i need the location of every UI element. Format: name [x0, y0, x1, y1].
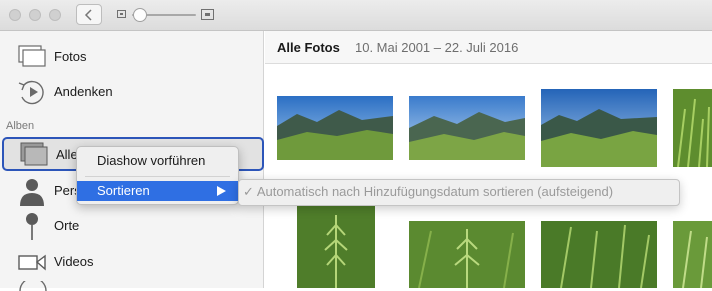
photo-thumbnail[interactable] — [541, 221, 657, 288]
menu-item-auto-sort[interactable]: ✓ Automatisch nach Hinzufügungsdatum sor… — [243, 184, 613, 200]
photo-thumbnail[interactable] — [673, 89, 712, 167]
menu-item-diashow[interactable]: Diashow vorführen — [77, 151, 238, 171]
memories-play-icon — [18, 80, 44, 105]
sidebar-item-label: Andenken — [54, 84, 113, 99]
photo-thumbnail[interactable] — [297, 205, 375, 288]
context-menu: Diashow vorführen Sortieren — [76, 146, 239, 205]
submenu-sortieren: ✓ Automatisch nach Hinzufügungsdatum sor… — [238, 179, 680, 206]
menu-item-label: Sortieren — [97, 183, 150, 198]
chevron-left-icon — [84, 8, 92, 21]
title-bar — [0, 0, 712, 31]
map-pin-icon — [26, 213, 38, 240]
sidebar-next-item-icon — [19, 281, 47, 291]
back-button[interactable] — [76, 4, 102, 25]
person-icon — [20, 179, 44, 206]
photo-thumbnail[interactable] — [409, 96, 525, 160]
menu-item-label: Automatisch nach Hinzufügungsdatum sorti… — [256, 184, 614, 199]
photo-thumbnail[interactable] — [277, 96, 393, 160]
photo-thumbnail[interactable] — [409, 221, 525, 288]
sidebar-item-label: Fotos — [54, 49, 87, 64]
page-title: Alle Fotos — [277, 40, 340, 55]
zoom-out-icon[interactable] — [117, 10, 126, 18]
section-title-alben: Alben — [6, 120, 35, 132]
photo-thumbnail[interactable] — [541, 89, 657, 167]
minimize-window-button[interactable] — [29, 9, 41, 21]
checkmark-icon: ✓ — [243, 184, 254, 199]
zoom-slider-knob[interactable] — [133, 8, 147, 22]
content-header: Alle Fotos 10. Mai 2001 – 22. Juli 2016 — [265, 31, 712, 64]
sidebar-item-orte[interactable]: Orte — [0, 209, 263, 243]
menu-item-label: Diashow vorführen — [97, 153, 206, 168]
photos-stack-icon — [18, 45, 46, 67]
sidebar-item-fotos[interactable]: Fotos — [0, 40, 263, 74]
sidebar-item-label: Orte — [54, 218, 80, 233]
sidebar-item-andenken[interactable]: Andenken — [0, 75, 263, 109]
album-stack-icon — [20, 142, 48, 166]
close-window-button[interactable] — [9, 9, 21, 21]
menu-item-sortieren[interactable]: Sortieren — [77, 181, 238, 201]
menu-separator — [85, 176, 230, 177]
zoom-in-icon[interactable] — [201, 9, 214, 20]
date-range: 10. Mai 2001 – 22. Juli 2016 — [355, 40, 519, 55]
zoom-window-button[interactable] — [49, 9, 61, 21]
sidebar-item-label: Videos — [54, 254, 94, 269]
sidebar-item-videos[interactable]: Videos — [0, 245, 263, 279]
submenu-arrow-icon — [217, 186, 226, 196]
video-camera-icon — [18, 254, 46, 271]
photo-thumbnail[interactable] — [673, 221, 712, 288]
